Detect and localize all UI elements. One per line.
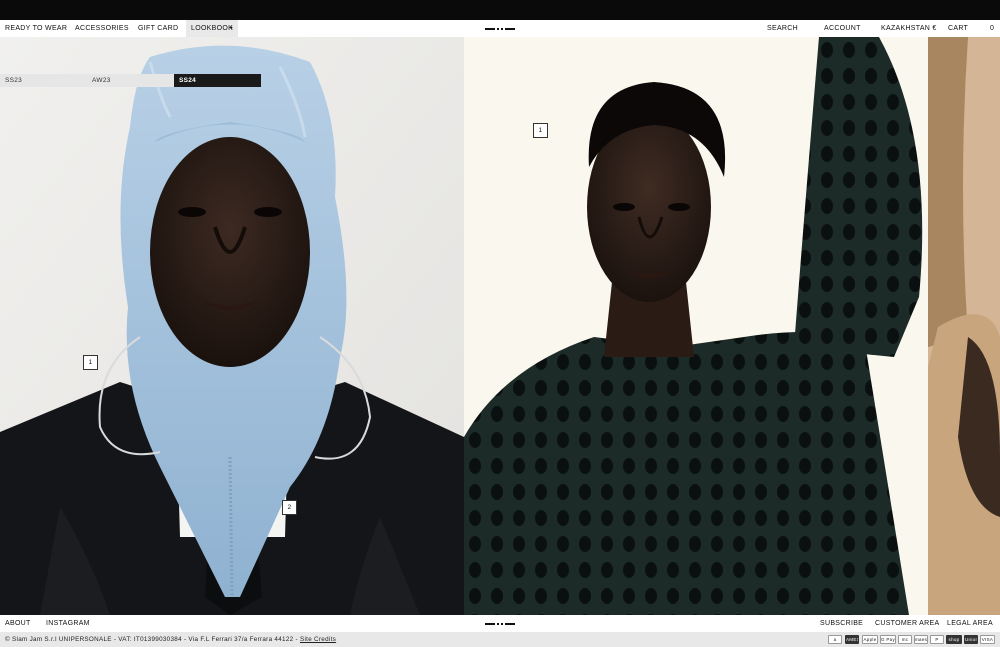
look-panel-2[interactable]: 1 bbox=[464, 37, 928, 615]
product-hotspot[interactable]: 2 bbox=[282, 500, 297, 515]
product-hotspot[interactable]: 1 bbox=[533, 123, 548, 138]
nav-region-selector[interactable]: KAZAKHSTAN € bbox=[881, 20, 937, 37]
nav-ready-to-wear[interactable]: READY TO WEAR bbox=[5, 20, 67, 37]
brand-logo[interactable] bbox=[485, 28, 515, 30]
footer-subscribe[interactable]: SUBSCRIBE bbox=[820, 615, 863, 632]
nav-gift-card[interactable]: GIFT CARD bbox=[138, 20, 178, 37]
look-1-image bbox=[0, 37, 464, 615]
nav-account[interactable]: ACCOUNT bbox=[824, 20, 861, 37]
footer-instagram[interactable]: INSTAGRAM bbox=[46, 615, 90, 632]
footer-about[interactable]: ABOUT bbox=[5, 615, 31, 632]
nav-lookbook-label: LOOKBOOK bbox=[191, 25, 234, 32]
product-hotspot[interactable]: 1 bbox=[83, 355, 98, 370]
main-navigation: READY TO WEAR ACCESSORIES GIFT CARD LOOK… bbox=[0, 20, 1000, 37]
paypal-icon: P bbox=[930, 635, 944, 644]
google-pay-icon: G Pay bbox=[880, 635, 896, 644]
footer-navigation: ABOUT INSTAGRAM SUBSCRIBE CUSTOMER AREA … bbox=[0, 615, 1000, 632]
legal-bar: © Slam Jam S.r.l UNIPERSONALE - VAT: IT0… bbox=[0, 632, 1000, 647]
active-dot-icon: • bbox=[230, 25, 233, 32]
season-tab-ss23[interactable]: SS23 bbox=[0, 74, 87, 87]
mastercard-icon: mc bbox=[898, 635, 912, 644]
apple-pay-icon: Apple Pay bbox=[862, 635, 878, 644]
nav-accessories[interactable]: ACCESSORIES bbox=[75, 20, 129, 37]
season-subnav: SS23 AW23 SS24 bbox=[0, 74, 262, 88]
nav-lookbook[interactable]: LOOKBOOK • bbox=[186, 20, 238, 37]
legal-text: © Slam Jam S.r.l UNIPERSONALE - VAT: IT0… bbox=[5, 632, 336, 647]
company-info: © Slam Jam S.r.l UNIPERSONALE - VAT: IT0… bbox=[5, 636, 298, 643]
site-credits-link[interactable]: Site Credits bbox=[300, 636, 336, 643]
shop-pay-icon: shop bbox=[946, 635, 962, 644]
look-3-image bbox=[928, 37, 1000, 615]
season-tab-aw23[interactable]: AW23 bbox=[87, 74, 174, 87]
season-tab-ss24[interactable]: SS24 bbox=[174, 74, 261, 87]
footer-legal-area[interactable]: LEGAL AREA bbox=[947, 615, 993, 632]
visa-icon: VISA bbox=[980, 635, 995, 644]
footer-brand-logo[interactable] bbox=[485, 623, 515, 625]
lookbook-gallery[interactable]: 1 2 1 SS23 AW23 SS24 bbox=[0, 37, 1000, 615]
look-panel-1[interactable]: 1 2 bbox=[0, 37, 464, 615]
nav-search[interactable]: SEARCH bbox=[767, 20, 798, 37]
amex-icon: AMEX bbox=[845, 635, 859, 644]
nav-cart[interactable]: CART bbox=[948, 20, 968, 37]
amazon-pay-icon: a bbox=[828, 635, 842, 644]
cart-count: 0 bbox=[990, 25, 995, 32]
look-panel-3[interactable] bbox=[928, 37, 1000, 615]
maestro-icon: maestro bbox=[914, 635, 928, 644]
top-black-bar bbox=[0, 0, 1000, 20]
unionpay-icon: UnionPay bbox=[964, 635, 978, 644]
footer-customer-area[interactable]: CUSTOMER AREA bbox=[875, 615, 939, 632]
